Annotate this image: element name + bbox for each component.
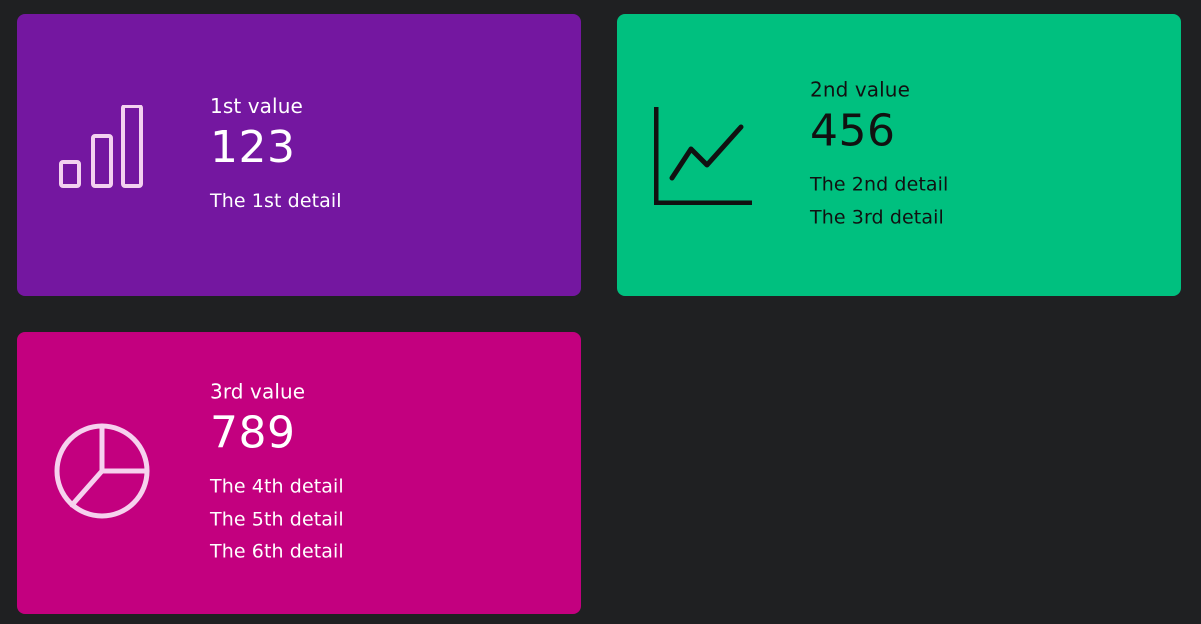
stat-label: 2nd value [810,77,910,102]
stat-card-3-text: 3rd value 789 The 4th detail The 5th det… [210,378,561,568]
stat-card-1-text: 1st value 123 The 1st detail [210,93,561,218]
stat-detail: The 1st detail [210,189,342,212]
stat-detail: The 6th detail [210,540,344,563]
stat-label: 1st value [210,93,303,118]
stat-card-3: 3rd value 789 The 4th detail The 5th det… [17,332,581,614]
bar-chart-icon [54,105,154,205]
stat-detail: The 4th detail [210,475,344,498]
stat-card-2: 2nd value 456 The 2nd detail The 3rd det… [617,14,1181,296]
stat-detail: The 5th detail [210,507,344,530]
stat-value: 789 [210,407,296,459]
stat-card-2-text: 2nd value 456 The 2nd detail The 3rd det… [810,77,1161,234]
stat-value: 123 [210,121,296,173]
stat-label: 3rd value [210,379,306,404]
stat-detail: The 2nd detail [810,173,949,196]
stat-value: 456 [810,105,896,157]
pie-chart-icon [54,423,154,523]
stat-detail: The 3rd detail [810,206,944,228]
stat-card-1: 1st value 123 The 1st detail [17,14,581,296]
line-chart-icon [654,105,754,205]
